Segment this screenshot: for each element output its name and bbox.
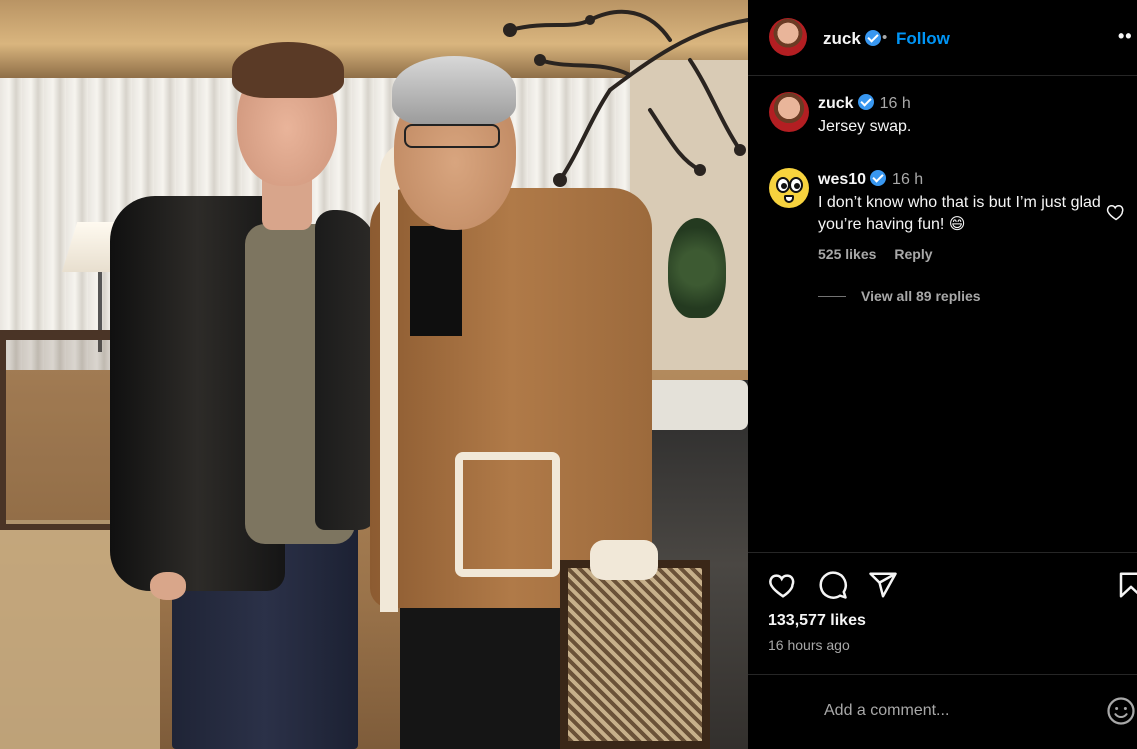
post-timestamp[interactable]: 16 hours ago xyxy=(768,637,850,653)
post-likes[interactable]: 133,577 likes xyxy=(768,612,866,630)
comment-text: I don’t know who that is but I’m just gl… xyxy=(818,194,1101,233)
caption-avatar[interactable] xyxy=(769,92,809,132)
author-username[interactable]: zuck xyxy=(823,29,881,49)
add-comment-input[interactable]: Add a comment... xyxy=(824,702,949,720)
person-2-trousers xyxy=(400,600,560,749)
post-photo[interactable] xyxy=(0,0,748,749)
comment-meta: 525 likes Reply xyxy=(818,246,951,262)
person-2-hair xyxy=(392,56,516,126)
person-1-hair xyxy=(232,42,344,98)
post-sidebar: zuck • Follow •• zuck 16 h Jersey swap. w… xyxy=(748,0,1137,749)
actions-divider xyxy=(748,552,1137,553)
comment-time[interactable]: 16 h xyxy=(892,171,923,188)
person-2-glasses xyxy=(404,124,500,148)
separator-dot: • xyxy=(882,29,888,46)
commenter-avatar[interactable] xyxy=(769,168,809,208)
view-replies-button[interactable]: View all 89 replies xyxy=(861,288,981,304)
comment-divider xyxy=(748,674,1137,675)
person-1-hand xyxy=(150,572,186,600)
replies-divider xyxy=(818,296,846,297)
chair-right xyxy=(560,560,710,749)
bookmark-icon[interactable] xyxy=(1116,570,1137,600)
caption-header: zuck 16 h xyxy=(818,94,911,113)
avatar-mouth xyxy=(784,195,794,203)
person-2-pocket xyxy=(455,452,560,577)
person-2-cuff xyxy=(590,540,658,580)
author-name[interactable]: zuck xyxy=(823,29,861,48)
verified-badge-icon xyxy=(864,30,881,46)
follow-button[interactable]: Follow xyxy=(896,29,950,49)
comment-likes[interactable]: 525 likes xyxy=(818,246,876,262)
post-header: zuck • Follow •• xyxy=(748,0,1137,76)
caption-time[interactable]: 16 h xyxy=(880,95,911,112)
avatar-eye-right xyxy=(789,177,803,193)
caption-text: Jersey swap. xyxy=(818,118,912,135)
person-1-jacket-side xyxy=(315,210,377,530)
paper-plane-icon[interactable] xyxy=(868,570,898,600)
comment-like-heart-icon[interactable] xyxy=(1106,202,1126,222)
smiley-icon[interactable] xyxy=(1106,696,1136,726)
verified-badge-icon xyxy=(857,94,874,110)
comment-username[interactable]: wes10 xyxy=(818,171,866,188)
comment-header: wes10 16 h xyxy=(818,170,923,189)
heart-icon[interactable] xyxy=(768,570,798,600)
chair-left xyxy=(0,330,120,530)
comment-bubble-icon[interactable] xyxy=(818,570,848,600)
more-options-icon[interactable]: •• xyxy=(1118,26,1133,47)
plant xyxy=(668,218,726,318)
person-2-tshirt xyxy=(410,226,462,336)
comment-reply-button[interactable]: Reply xyxy=(894,246,932,262)
avatar-eye-left xyxy=(776,177,790,193)
verified-badge-icon xyxy=(870,170,887,186)
author-avatar[interactable] xyxy=(769,18,807,56)
caption-username[interactable]: zuck xyxy=(818,95,854,112)
